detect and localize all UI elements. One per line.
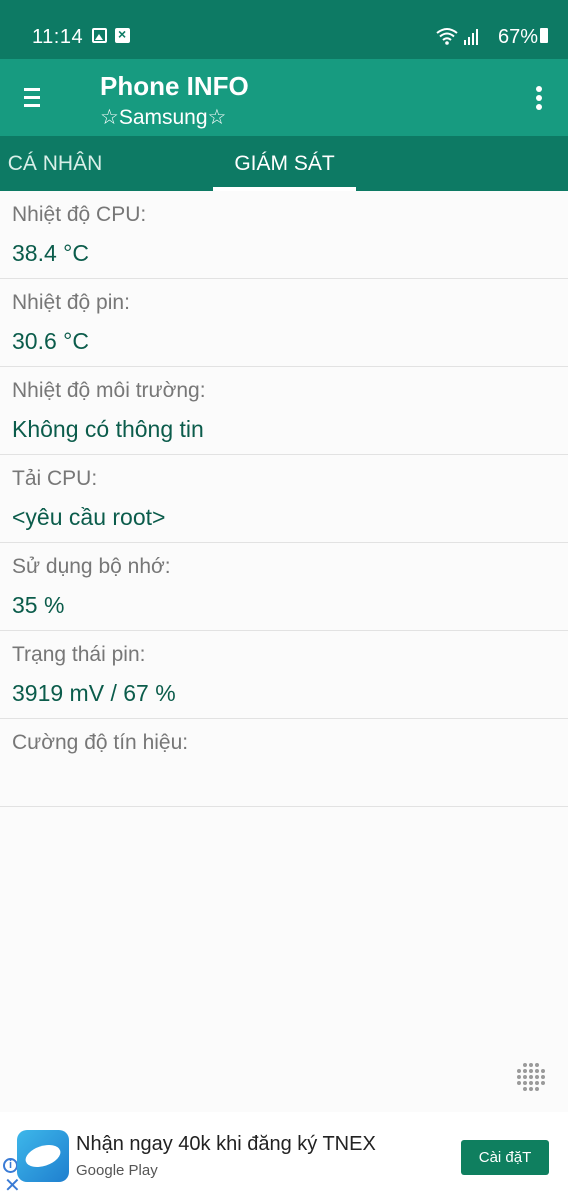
tab-personal[interactable]: CÁ NHÂN xyxy=(0,136,120,191)
list-item-label: Nhiệt độ môi trường: xyxy=(12,379,206,402)
list-item-value: 3919 mV / 67 % xyxy=(12,680,176,706)
menu-icon[interactable] xyxy=(24,88,40,108)
ad-info-icon[interactable]: i xyxy=(3,1158,18,1173)
wifi-icon xyxy=(436,28,458,45)
list-item-cpu-temp: Nhiệt độ CPU: 38.4 °C xyxy=(0,191,568,279)
list-item-label: Tải CPU: xyxy=(12,467,98,490)
list-item-label: Nhiệt độ CPU: xyxy=(12,203,147,226)
list-item-value: 30.6 °C xyxy=(12,328,89,354)
tab-bar: CÁ NHÂN GIÁM SÁT xyxy=(0,136,568,191)
battery-percent: 67% xyxy=(497,26,538,48)
list-item-label: Cường độ tín hiệu: xyxy=(12,731,189,754)
list-item-ambient-temp: Nhiệt độ môi trường: Không có thông tin xyxy=(0,367,568,455)
tab-monitor[interactable]: GIÁM SÁT xyxy=(213,136,356,191)
list-item-signal-strength: Cường độ tín hiệu: xyxy=(0,719,568,807)
list-item-label: Nhiệt độ pin: xyxy=(12,291,130,314)
list-item-battery-status: Trạng thái pin: 3919 mV / 67 % xyxy=(0,631,568,719)
signal-icon xyxy=(464,29,478,45)
install-button[interactable]: Cài đặT xyxy=(461,1140,549,1175)
x-notification-icon xyxy=(115,26,130,43)
app-subtitle: ☆Samsung☆ xyxy=(100,106,227,129)
list-item-value: 38.4 °C xyxy=(12,240,89,266)
list-item-value: Không có thông tin xyxy=(12,416,204,442)
list-item-value: <yêu cầu root> xyxy=(12,504,166,530)
app-bar: Phone INFO ☆Samsung☆ xyxy=(0,59,568,136)
ad-app-logo xyxy=(17,1130,69,1182)
list-item-memory-usage: Sử dụng bộ nhớ: 35 % xyxy=(0,543,568,631)
list-item-cpu-load: Tải CPU: <yêu cầu root> xyxy=(0,455,568,543)
ad-title: Nhận ngay 40k khi đăng ký TNEX xyxy=(76,1133,376,1155)
app-title: Phone INFO xyxy=(100,71,249,101)
ad-close-icon[interactable]: ✕ xyxy=(4,1176,21,1196)
drag-handle-icon[interactable] xyxy=(516,1062,546,1092)
info-list: Nhiệt độ CPU: 38.4 °C Nhiệt độ pin: 30.6… xyxy=(0,191,568,807)
list-item-value: 35 % xyxy=(12,592,65,618)
status-bar: 11:14 67% xyxy=(0,0,568,59)
more-options-icon[interactable] xyxy=(536,86,542,113)
list-item-label: Trạng thái pin: xyxy=(12,643,146,666)
ad-source: Google Play xyxy=(76,1162,158,1179)
image-icon xyxy=(92,28,107,43)
battery-icon xyxy=(540,28,548,43)
list-item-label: Sử dụng bộ nhớ: xyxy=(12,555,171,578)
status-time: 11:14 xyxy=(32,26,84,48)
list-item-battery-temp: Nhiệt độ pin: 30.6 °C xyxy=(0,279,568,367)
